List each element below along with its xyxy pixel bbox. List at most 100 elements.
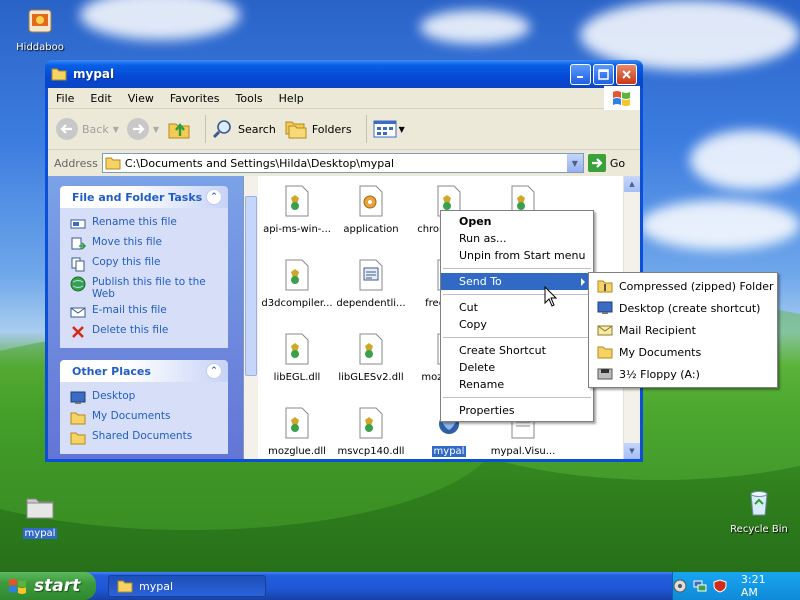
- desktop-icon-hiddaboo[interactable]: Hiddaboo: [5, 4, 75, 53]
- search-label: Search: [238, 122, 276, 136]
- desktop-icon-recycle-bin[interactable]: Recycle Bin: [724, 486, 794, 535]
- forward-arrow-icon: [126, 118, 149, 140]
- task-publish[interactable]: Publish this file to the Web: [70, 274, 222, 302]
- send-to-my-documents[interactable]: My Documents: [589, 341, 777, 363]
- minimize-icon: [577, 75, 583, 78]
- place-desktop[interactable]: Desktop: [70, 388, 222, 408]
- maximize-button[interactable]: [593, 63, 614, 85]
- file-item[interactable]: application: [332, 184, 410, 235]
- file-item[interactable]: msvcp140.dll: [332, 406, 410, 457]
- scroll-up-button[interactable]: ▲: [624, 176, 640, 192]
- file-item[interactable]: d3dcompiler...: [258, 258, 336, 309]
- menu-item-delete[interactable]: Delete: [441, 359, 593, 376]
- submenu-label: Compressed (zipped) Folder: [619, 279, 774, 293]
- scroll-down-button[interactable]: ▼: [624, 443, 640, 459]
- start-button[interactable]: start: [0, 572, 96, 600]
- place-my-documents[interactable]: My Documents: [70, 408, 222, 428]
- file-item[interactable]: libGLESv2.dll: [332, 332, 410, 383]
- send-to-mail-recipient[interactable]: Mail Recipient: [589, 319, 777, 341]
- menu-view[interactable]: View: [120, 92, 162, 105]
- taskbar-button-mypal[interactable]: mypal: [108, 575, 266, 597]
- folder-icon: [70, 412, 86, 425]
- scroll-thumb[interactable]: [245, 196, 257, 376]
- desktop-icon-label: Hiddaboo: [16, 42, 64, 53]
- volume-icon[interactable]: [673, 579, 687, 593]
- address-dropdown-button[interactable]: ▼: [566, 154, 583, 172]
- go-button[interactable]: Go: [587, 154, 625, 172]
- system-tray: 3:21 AM: [672, 572, 800, 600]
- menu-bar: File Edit View Favorites Tools Help: [48, 86, 640, 110]
- desktop-icon-label: Recycle Bin: [730, 524, 788, 535]
- toolbar-separator: [205, 115, 207, 143]
- menu-item-cut[interactable]: Cut: [441, 299, 593, 316]
- views-button[interactable]: ▼: [373, 119, 405, 139]
- panel-header[interactable]: Other Places ⌃: [60, 360, 228, 382]
- security-shield-icon[interactable]: [713, 579, 727, 593]
- file-name: msvcp140.dll: [337, 446, 405, 457]
- panel-body: Rename this file Move this file Copy thi…: [60, 208, 228, 348]
- folders-button[interactable]: Folders: [284, 118, 352, 140]
- desktop-icon-mypal[interactable]: mypal: [5, 490, 75, 539]
- menu-item-send-to[interactable]: Send To: [441, 273, 593, 290]
- place-label: Shared Documents: [92, 430, 193, 442]
- send-to-compressed-folder[interactable]: Compressed (zipped) Folder: [589, 275, 777, 297]
- desktop-shortcut-icon: [597, 301, 613, 314]
- back-button[interactable]: Back ▼: [56, 118, 119, 140]
- title-bar[interactable]: mypal: [45, 60, 643, 88]
- file-name: mypal: [431, 446, 467, 457]
- up-folder-button[interactable]: [167, 118, 191, 140]
- task-label: E-mail this file: [92, 304, 167, 316]
- menu-item-open[interactable]: Open: [441, 213, 593, 230]
- address-input[interactable]: C:\Documents and Settings\Hilda\Desktop\…: [101, 153, 584, 173]
- desktop-icon: [70, 391, 86, 404]
- menu-edit[interactable]: Edit: [82, 92, 119, 105]
- place-shared-documents[interactable]: Shared Documents: [70, 428, 222, 448]
- menu-item-copy[interactable]: Copy: [441, 316, 593, 333]
- file-name: api-ms-win-...: [263, 224, 331, 235]
- close-button[interactable]: [616, 63, 637, 85]
- config-icon: [359, 185, 383, 217]
- menu-item-unpin[interactable]: Unpin from Start menu: [441, 247, 593, 264]
- cloud: [640, 200, 800, 250]
- toolbar-separator: [365, 115, 367, 143]
- file-name: application: [343, 224, 399, 235]
- file-item[interactable]: dependentli...: [332, 258, 410, 309]
- menu-file[interactable]: File: [48, 92, 82, 105]
- panel-header[interactable]: File and Folder Tasks ⌃: [60, 186, 228, 208]
- clock[interactable]: 3:21 AM: [741, 573, 786, 599]
- menu-help[interactable]: Help: [271, 92, 312, 105]
- task-email[interactable]: E-mail this file: [70, 302, 222, 322]
- task-move[interactable]: Move this file: [70, 234, 222, 254]
- menu-item-properties[interactable]: Properties: [441, 402, 593, 419]
- left-scrollbar[interactable]: [244, 176, 258, 459]
- forward-button[interactable]: ▼: [126, 118, 159, 140]
- file-item[interactable]: api-ms-win-...: [258, 184, 336, 235]
- file-item[interactable]: mozglue.dll: [258, 406, 336, 457]
- file-name: d3dcompiler...: [261, 298, 333, 309]
- submenu-arrow-icon: [581, 278, 585, 286]
- task-delete[interactable]: Delete this file: [70, 322, 222, 342]
- cloud: [420, 10, 530, 44]
- menu-tools[interactable]: Tools: [228, 92, 271, 105]
- menu-item-rename[interactable]: Rename: [441, 376, 593, 393]
- network-icon[interactable]: [693, 579, 707, 593]
- menu-favorites[interactable]: Favorites: [162, 92, 228, 105]
- menu-item-create-shortcut[interactable]: Create Shortcut: [441, 342, 593, 359]
- file-item[interactable]: libEGL.dll: [258, 332, 336, 383]
- collapse-icon[interactable]: ⌃: [206, 189, 222, 205]
- menu-separator: [443, 268, 591, 269]
- globe-icon: [70, 276, 86, 292]
- address-bar: Address C:\Documents and Settings\Hilda\…: [48, 150, 640, 177]
- folders-label: Folders: [311, 122, 352, 136]
- collapse-icon[interactable]: ⌃: [206, 363, 222, 379]
- chevron-down-icon: ▼: [629, 447, 635, 455]
- move-icon: [71, 237, 86, 250]
- send-to-floppy[interactable]: 3½ Floppy (A:): [589, 363, 777, 385]
- search-button[interactable]: Search: [212, 118, 276, 140]
- menu-item-run-as[interactable]: Run as...: [441, 230, 593, 247]
- task-copy[interactable]: Copy this file: [70, 254, 222, 274]
- file-name: mypal.Visu...: [490, 446, 556, 457]
- send-to-desktop[interactable]: Desktop (create shortcut): [589, 297, 777, 319]
- minimize-button[interactable]: [570, 63, 591, 85]
- task-rename[interactable]: Rename this file: [70, 214, 222, 234]
